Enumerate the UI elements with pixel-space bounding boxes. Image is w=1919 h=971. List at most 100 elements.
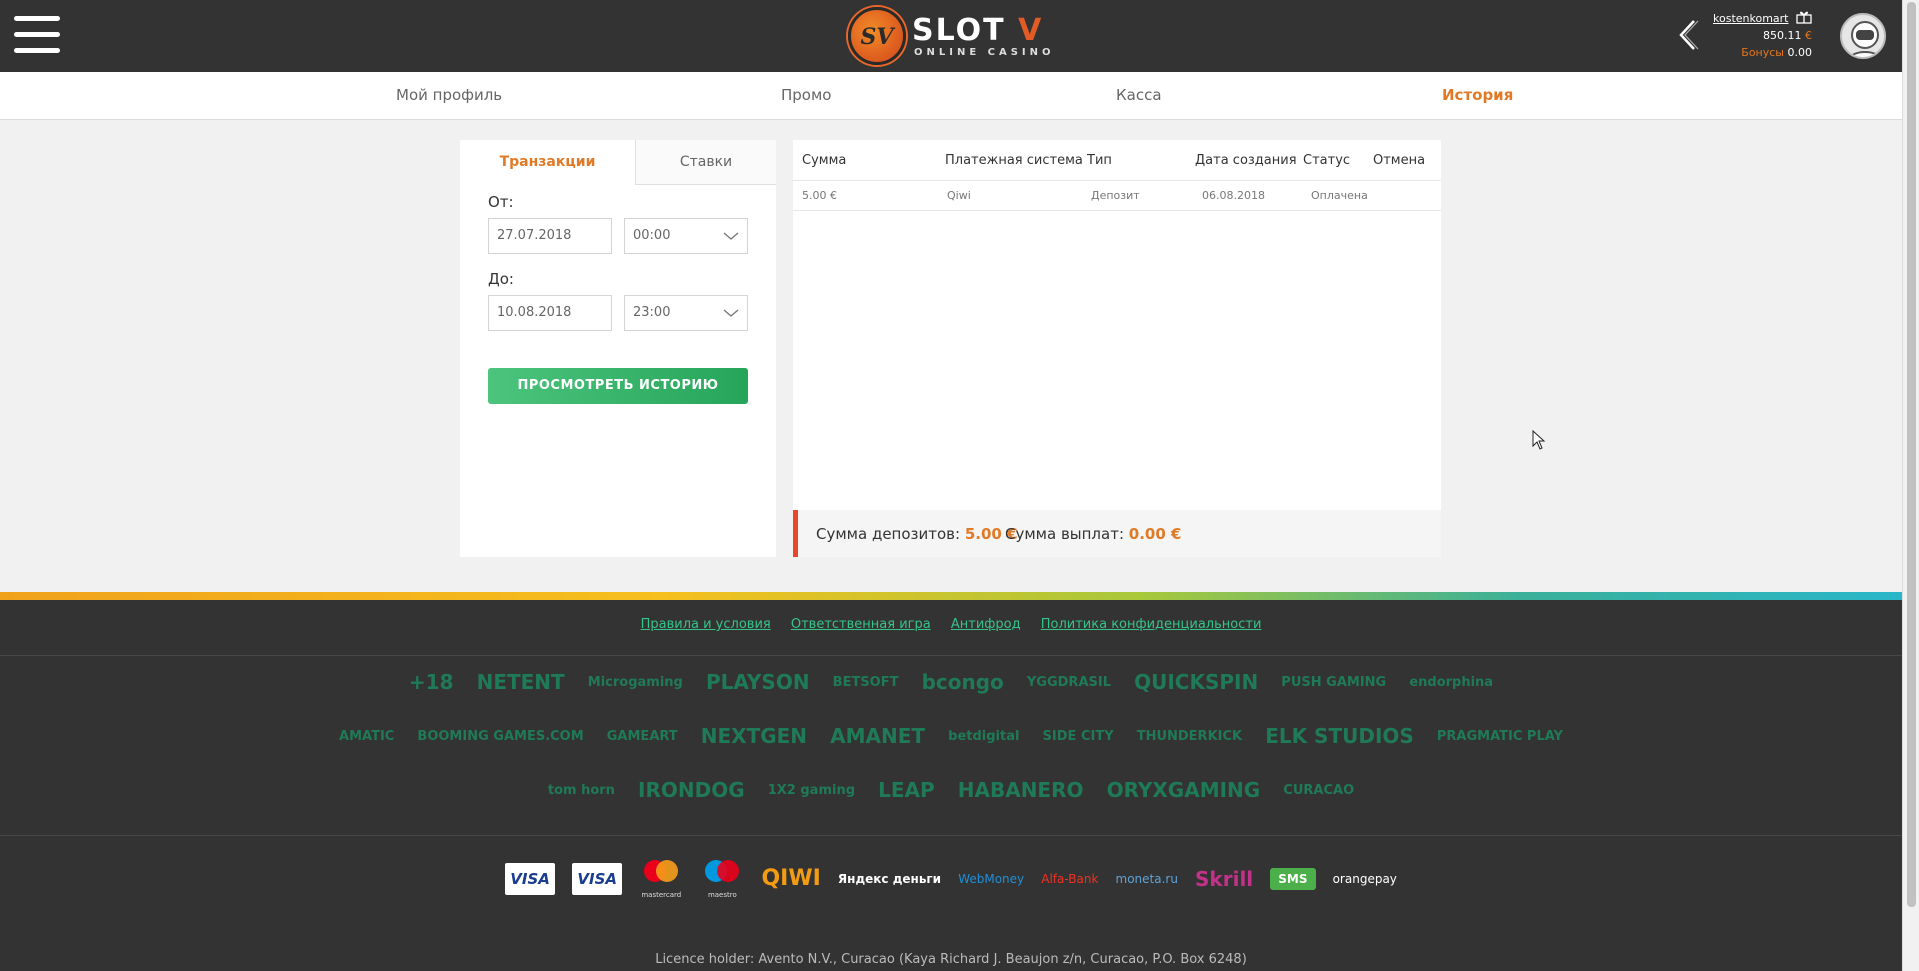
column-header-payment-system[interactable]: Платежная система xyxy=(945,153,1083,168)
divider xyxy=(0,655,1902,656)
user-info: kostenkomart 850.11 € Бонусы 0.00 xyxy=(1713,10,1812,61)
transactions-table: Сумма Платежная система Тип Дата создани… xyxy=(793,140,1441,557)
column-header-status[interactable]: Статус xyxy=(1303,153,1350,168)
to-time-select[interactable]: 23:00 xyxy=(624,295,748,331)
tab-cashier[interactable]: Касса xyxy=(1116,86,1162,104)
tab-history[interactable]: История xyxy=(1442,86,1513,104)
providers-row: tom horn IRONDOG 1X2 gaming LEAP HABANER… xyxy=(0,778,1902,802)
responsible-gaming-link[interactable]: Ответственная игра xyxy=(791,617,931,632)
provider-logo: AMANET xyxy=(830,724,926,748)
yandex-money-icon: Яндекс деньги xyxy=(837,871,942,886)
sms-icon: SMS xyxy=(1270,867,1316,890)
provider-logo: 1X2 gaming xyxy=(767,782,856,798)
provider-logo: LEAP xyxy=(878,778,935,802)
avatar[interactable] xyxy=(1840,13,1886,59)
menu-icon[interactable] xyxy=(14,16,60,54)
provider-logo: NETENT xyxy=(476,670,565,694)
view-history-button[interactable]: ПРОСМОТРЕТЬ ИСТОРИЮ xyxy=(488,368,748,404)
provider-logo: PRAGMATIC PLAY xyxy=(1436,728,1563,744)
chevron-down-icon xyxy=(723,309,739,317)
logo-emblem: SV xyxy=(848,7,906,65)
antifraud-link[interactable]: Антифрод xyxy=(951,617,1021,632)
cell-status: Оплачена xyxy=(1311,189,1368,202)
skrill-icon: Skrill xyxy=(1195,866,1254,891)
tab-promo[interactable]: Промо xyxy=(781,86,831,104)
to-date-input[interactable]: 10.08.2018 xyxy=(488,295,612,331)
mastercard-icon: mastercard xyxy=(639,858,683,899)
qiwi-icon: QIWI xyxy=(761,866,821,891)
history-filter-panel: Транзакции Ставки От: 27.07.2018 00:00 Д… xyxy=(460,140,776,557)
site-footer: Правила и условия Ответственная игра Ант… xyxy=(0,600,1902,971)
visa-electron-icon: VISA xyxy=(572,862,623,895)
mouse-cursor-icon xyxy=(1532,430,1546,450)
provider-logo: ELK STUDIOS xyxy=(1265,724,1414,748)
moneta-icon: moneta.ru xyxy=(1115,871,1178,886)
username-link[interactable]: kostenkomart xyxy=(1713,10,1789,27)
licence-text: Licence holder: Avento N.V., Curacao (Ka… xyxy=(655,952,1247,967)
orangepay-icon: orangepay xyxy=(1332,871,1397,886)
provider-logo: AMATIC xyxy=(339,728,395,744)
top-header: SV SLOT V ONLINE CASINO kostenkomart 850… xyxy=(0,0,1902,72)
provider-logo: QUICKSPIN xyxy=(1134,670,1259,694)
logo-wordmark: SLOT V xyxy=(912,13,1044,48)
providers-row: AMATIC BOOMING GAMES.COM GAMEART NEXTGEN… xyxy=(0,724,1902,748)
astronaut-icon xyxy=(1848,21,1882,57)
visa-icon: VISA xyxy=(505,862,556,895)
provider-logo: PUSH GAMING xyxy=(1281,674,1387,690)
tab-bets[interactable]: Ставки xyxy=(635,140,776,185)
provider-logo: betdigital xyxy=(948,728,1020,744)
provider-logo: +18 xyxy=(408,670,454,694)
account-nav: Мой профиль Промо Касса История xyxy=(0,72,1902,120)
webmoney-icon: WebMoney xyxy=(958,871,1025,886)
terms-link[interactable]: Правила и условия xyxy=(641,617,771,632)
column-header-type[interactable]: Тип xyxy=(1087,153,1112,168)
footer-color-stripe xyxy=(0,592,1902,600)
provider-logo: tom horn xyxy=(547,782,615,798)
footer-links: Правила и условия Ответственная игра Ант… xyxy=(0,617,1902,632)
payouts-total: Сумма выплат: 0.00 € xyxy=(1005,525,1182,543)
tab-transactions[interactable]: Транзакции xyxy=(460,140,635,185)
payment-methods: VISA VISA mastercard maestro QIWI Яндекс… xyxy=(0,858,1902,899)
site-logo[interactable]: SV SLOT V ONLINE CASINO xyxy=(848,7,1058,65)
chevron-left-icon[interactable] xyxy=(1676,18,1700,52)
logo-subtitle: ONLINE CASINO xyxy=(914,47,1055,58)
chevron-down-icon xyxy=(723,232,739,240)
divider xyxy=(0,835,1902,836)
provider-logo: ORYXGAMING xyxy=(1106,778,1261,802)
from-label: От: xyxy=(488,193,514,211)
bonus-balance: Бонусы 0.00 xyxy=(1741,46,1812,59)
provider-logo: Microgaming xyxy=(587,674,683,690)
to-label: До: xyxy=(488,270,514,288)
from-date-input[interactable]: 27.07.2018 xyxy=(488,218,612,254)
provider-logo: HABANERO xyxy=(957,778,1084,802)
column-header-cancel[interactable]: Отмена xyxy=(1373,153,1425,168)
page-scrollbar[interactable] xyxy=(1902,0,1919,971)
provider-logo: PLAYSON xyxy=(705,670,810,694)
provider-logo: endorphina xyxy=(1409,674,1494,690)
provider-logo: YGGDRASIL xyxy=(1026,674,1111,690)
privacy-policy-link[interactable]: Политика конфиденциальности xyxy=(1041,617,1262,632)
providers-row: +18 NETENT Microgaming PLAYSON BETSOFT b… xyxy=(0,670,1902,694)
balance: 850.11 € xyxy=(1763,29,1812,42)
cell-amount: 5.00 € xyxy=(802,189,837,202)
tab-profile[interactable]: Мой профиль xyxy=(396,86,502,104)
provider-logo: BETSOFT xyxy=(832,674,899,690)
alfa-bank-icon: Alfa-Bank xyxy=(1041,871,1099,886)
provider-logo: BOOMING GAMES.COM xyxy=(417,728,584,744)
provider-logo: IRONDOG xyxy=(638,778,745,802)
provider-logo: GAMEART xyxy=(606,728,678,744)
gift-icon[interactable] xyxy=(1796,10,1812,24)
from-time-select[interactable]: 00:00 xyxy=(624,218,748,254)
cell-created-date: 06.08.2018 xyxy=(1202,189,1265,202)
deposits-total: Сумма депозитов: 5.00 € xyxy=(816,525,1018,543)
curacao-seal-icon[interactable]: CURACAO xyxy=(1283,783,1354,798)
scrollbar-thumb[interactable] xyxy=(1907,2,1916,907)
column-header-amount[interactable]: Сумма xyxy=(802,153,846,168)
table-row: 5.00 € Qiwi Депозит 06.08.2018 Оплачена xyxy=(793,180,1441,211)
cell-type: Депозит xyxy=(1091,189,1140,202)
provider-logo: bcongo xyxy=(921,670,1004,694)
totals-summary: Сумма депозитов: 5.00 € Сумма выплат: 0.… xyxy=(793,510,1441,557)
cell-payment-system: Qiwi xyxy=(947,189,971,202)
provider-logo: NEXTGEN xyxy=(700,724,808,748)
column-header-created-date[interactable]: Дата создания xyxy=(1195,153,1297,168)
